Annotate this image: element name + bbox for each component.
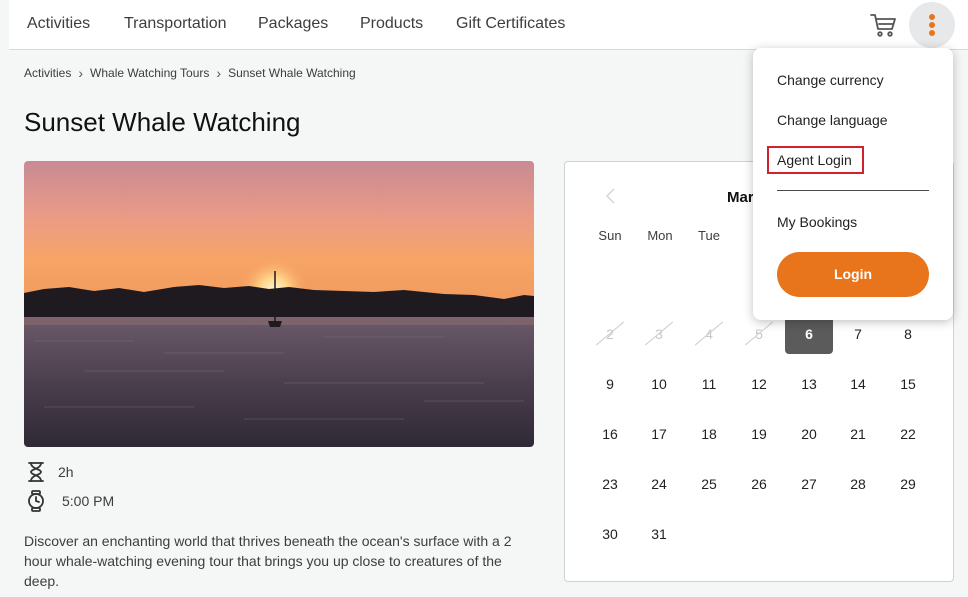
calendar-day[interactable]: 21	[834, 414, 882, 454]
breadcrumb-whale-watching-tours[interactable]: Whale Watching Tours	[90, 66, 209, 80]
calendar-day[interactable]: 27	[785, 464, 833, 504]
calendar-day[interactable]: 22	[884, 414, 932, 454]
more-menu-button[interactable]	[909, 2, 955, 48]
calendar-day[interactable]: 31	[635, 514, 683, 554]
start-time-value: 5:00 PM	[62, 493, 115, 509]
calendar-day[interactable]: 28	[834, 464, 882, 504]
calendar-day[interactable]: 7	[834, 314, 882, 354]
weekday-label: Mon	[647, 228, 673, 243]
weekday-label: Tue	[698, 228, 720, 243]
calendar-day[interactable]: 23	[586, 464, 634, 504]
calendar-day[interactable]: 12	[735, 364, 783, 404]
calendar-day[interactable]: 14	[834, 364, 882, 404]
calendar-day[interactable]: 9	[586, 364, 634, 404]
weekday-label: Sun	[598, 228, 622, 243]
calendar-day[interactable]: 11	[685, 364, 733, 404]
calendar-day[interactable]: 13	[785, 364, 833, 404]
change-language-item[interactable]: Change language	[777, 112, 888, 128]
calendar-day[interactable]: 26	[735, 464, 783, 504]
calendar-month-label: Mar	[727, 189, 754, 206]
chevron-right-icon: ›	[78, 65, 84, 81]
nav-products[interactable]: Products	[360, 15, 423, 33]
calendar-day[interactable]: 25	[685, 464, 733, 504]
nav-gift-certificates[interactable]: Gift Certificates	[456, 15, 565, 33]
page-title: Sunset Whale Watching	[24, 107, 301, 137]
hourglass-icon	[26, 461, 46, 483]
calendar-day[interactable]: 10	[635, 364, 683, 404]
calendar-day-selected[interactable]: 6	[785, 314, 833, 354]
calendar-day[interactable]: 17	[635, 414, 683, 454]
top-navigation: Activities Transportation Packages Produ…	[9, 0, 968, 50]
breadcrumb-current: Sunset Whale Watching	[228, 66, 356, 80]
my-bookings-item[interactable]: My Bookings	[777, 214, 857, 230]
calendar-day[interactable]: 20	[785, 414, 833, 454]
calendar-day[interactable]: 30	[586, 514, 634, 554]
agent-login-item[interactable]: Agent Login	[777, 152, 852, 168]
vertical-dots-icon	[929, 14, 935, 20]
calendar-day: 2	[586, 314, 634, 354]
time-row: 5:00 PM	[26, 490, 114, 512]
calendar-day[interactable]: 24	[635, 464, 683, 504]
menu-divider	[777, 190, 929, 191]
calendar-day[interactable]: 29	[884, 464, 932, 504]
change-currency-item[interactable]: Change currency	[777, 72, 884, 88]
tour-description: Discover an enchanting world that thrive…	[24, 533, 512, 589]
breadcrumb: Activities › Whale Watching Tours › Suns…	[24, 66, 356, 80]
shopping-cart-icon[interactable]	[869, 11, 897, 39]
calendar-day[interactable]: 19	[735, 414, 783, 454]
chevron-left-icon[interactable]	[603, 186, 617, 206]
login-button[interactable]: Login	[777, 252, 929, 297]
chevron-right-icon: ›	[216, 65, 222, 81]
calendar-day[interactable]: 18	[685, 414, 733, 454]
nav-activities[interactable]: Activities	[27, 15, 90, 33]
duration-value: 2h	[58, 464, 74, 480]
nav-transportation[interactable]: Transportation	[124, 15, 227, 33]
calendar-day: 3	[635, 314, 683, 354]
nav-packages[interactable]: Packages	[258, 15, 328, 33]
calendar-day[interactable]: 8	[884, 314, 932, 354]
tour-hero-image	[24, 161, 534, 447]
duration-row: 2h	[26, 461, 74, 483]
calendar-day: 4	[685, 314, 733, 354]
calendar-day[interactable]: 15	[884, 364, 932, 404]
watch-icon	[26, 490, 46, 512]
calendar-day: 5	[735, 314, 783, 354]
breadcrumb-activities[interactable]: Activities	[24, 66, 71, 80]
more-menu-dropdown: Change currency Change language Agent Lo…	[753, 48, 953, 320]
calendar-day[interactable]: 16	[586, 414, 634, 454]
